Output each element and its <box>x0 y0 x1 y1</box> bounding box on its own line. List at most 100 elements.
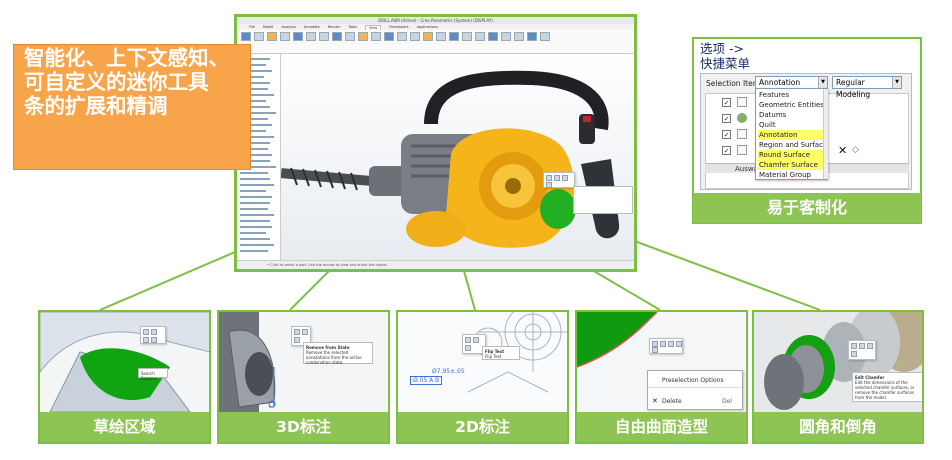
tree-row[interactable] <box>240 238 270 240</box>
tab-model[interactable]: Model <box>263 25 274 29</box>
ribbon-button[interactable] <box>527 32 537 41</box>
ribbon-button[interactable] <box>267 32 277 41</box>
chevron-down-icon[interactable]: ▼ <box>892 77 901 88</box>
checkbox[interactable]: ✓ <box>722 98 731 107</box>
gdt-frame[interactable]: Ø.05 A B <box>410 376 443 385</box>
model-viewport[interactable] <box>281 54 634 260</box>
list-item[interactable]: Region and Surface <box>758 140 827 150</box>
tree-row[interactable] <box>240 190 266 192</box>
ribbon-button[interactable] <box>280 32 290 41</box>
dimension-text[interactable]: Ø7.95±.05 <box>432 368 465 375</box>
tab-applications[interactable]: Applications <box>417 25 438 29</box>
mini-toolbar-button[interactable] <box>851 343 857 349</box>
close-icon[interactable]: ✕ <box>838 144 847 157</box>
mini-toolbar-button[interactable] <box>546 175 552 181</box>
mini-toolbar-button[interactable] <box>302 329 308 335</box>
mini-toolbar-button[interactable] <box>867 343 873 349</box>
ribbon-button[interactable] <box>475 32 485 41</box>
ribbon-button[interactable] <box>319 32 329 41</box>
ribbon-button[interactable] <box>449 32 459 41</box>
mini-toolbar-button[interactable] <box>151 329 157 335</box>
chevron-down-icon[interactable]: ▼ <box>818 77 827 88</box>
tree-row[interactable] <box>240 244 274 246</box>
ribbon-button[interactable] <box>436 32 446 41</box>
list-item[interactable]: Geometric Entities <box>758 100 824 110</box>
ribbon-button[interactable] <box>397 32 407 41</box>
menu-item-preselection[interactable]: Preselection Options <box>662 377 724 384</box>
tree-row[interactable] <box>240 220 270 222</box>
mini-toolbar-button[interactable] <box>151 337 157 343</box>
mini-toolbar-button[interactable] <box>465 337 471 343</box>
tab-render[interactable]: Render <box>328 25 340 29</box>
tree-row[interactable] <box>240 214 274 216</box>
ribbon-button[interactable] <box>293 32 303 41</box>
list-item[interactable]: Annotation <box>758 130 824 140</box>
mini-toolbar-button[interactable] <box>660 341 666 347</box>
ribbon-button[interactable] <box>423 32 433 41</box>
ribbon-button[interactable] <box>540 32 550 41</box>
tree-row[interactable] <box>240 202 270 204</box>
ribbon-button[interactable] <box>254 32 264 41</box>
cad-window[interactable]: DRILL.ASM (Active) - Creo Parametric (Sy… <box>234 14 637 272</box>
tab-view[interactable]: View <box>364 24 382 30</box>
tree-row[interactable] <box>240 196 272 198</box>
context-menu[interactable]: Preselection Options ✕ Delete Del <box>647 370 743 410</box>
tab-framework[interactable]: Framework <box>389 25 408 29</box>
tab-annotate[interactable]: Annotate <box>304 25 320 29</box>
mini-toolbar-button[interactable] <box>465 345 471 351</box>
mini-toolbar-button[interactable] <box>473 337 479 343</box>
mini-toolbar-button[interactable] <box>143 329 149 335</box>
list-item[interactable]: Features <box>758 90 789 100</box>
list-item[interactable]: Material Group <box>758 170 811 180</box>
eraser-icon[interactable]: ◇ <box>852 145 859 155</box>
tree-row[interactable] <box>240 208 268 210</box>
list-scrollbar[interactable] <box>823 89 828 179</box>
tree-row[interactable] <box>240 178 270 180</box>
ribbon-button[interactable] <box>501 32 511 41</box>
mini-toolbar-button[interactable] <box>562 175 568 181</box>
checkbox[interactable]: ✓ <box>722 130 731 139</box>
tree-row[interactable] <box>240 172 268 174</box>
mini-toolbar-button[interactable] <box>851 351 857 357</box>
ribbon-button[interactable] <box>345 32 355 41</box>
tab-analysis[interactable]: Analysis <box>281 25 295 29</box>
ribbon-button[interactable] <box>371 32 381 41</box>
ribbon-button[interactable] <box>384 32 394 41</box>
tab-tools[interactable]: Tools <box>348 25 357 29</box>
mini-toolbar[interactable] <box>649 338 683 354</box>
tab-file[interactable]: File <box>249 25 255 29</box>
mini-toolbar[interactable] <box>848 340 876 360</box>
ribbon-button[interactable] <box>306 32 316 41</box>
mini-toolbar-button[interactable] <box>554 175 560 181</box>
list-item[interactable]: Quilt <box>758 120 776 130</box>
mini-toolbar[interactable] <box>543 172 575 188</box>
mini-toolbar-button[interactable] <box>676 341 682 347</box>
mini-toolbar-button[interactable] <box>859 343 865 349</box>
checkbox[interactable]: ✓ <box>722 114 731 123</box>
checkbox[interactable]: ✓ <box>722 146 731 155</box>
mini-toolbar-button[interactable] <box>294 329 300 335</box>
tree-row[interactable] <box>240 250 268 252</box>
ribbon-button[interactable] <box>410 32 420 41</box>
mini-toolbar-button[interactable] <box>652 347 658 353</box>
ribbon-button[interactable] <box>358 32 368 41</box>
mini-toolbar-button[interactable] <box>668 341 674 347</box>
mini-toolbar-button[interactable] <box>546 182 552 188</box>
ribbon-button[interactable] <box>241 32 251 41</box>
ribbon-button[interactable] <box>332 32 342 41</box>
ribbon-button[interactable] <box>462 32 472 41</box>
selection-item-list[interactable]: Features Geometric Entities Datums Quilt… <box>755 88 828 180</box>
list-item[interactable]: Round Surface <box>758 150 824 160</box>
menu-item-delete[interactable]: Delete <box>662 398 682 405</box>
tree-row[interactable] <box>240 184 274 186</box>
mini-toolbar-button[interactable] <box>143 337 149 343</box>
mini-toolbar-button[interactable] <box>294 337 300 343</box>
mode-dropdown[interactable]: Regular Modeling ▼ <box>832 76 902 99</box>
mini-toolbar[interactable] <box>140 326 166 344</box>
list-item[interactable]: Chamfer Surface <box>758 160 824 170</box>
ribbon-button[interactable] <box>488 32 498 41</box>
ribbon-button[interactable] <box>514 32 524 41</box>
tree-row[interactable] <box>240 226 272 228</box>
tree-row[interactable] <box>240 232 266 234</box>
list-item[interactable]: Datums <box>758 110 786 120</box>
